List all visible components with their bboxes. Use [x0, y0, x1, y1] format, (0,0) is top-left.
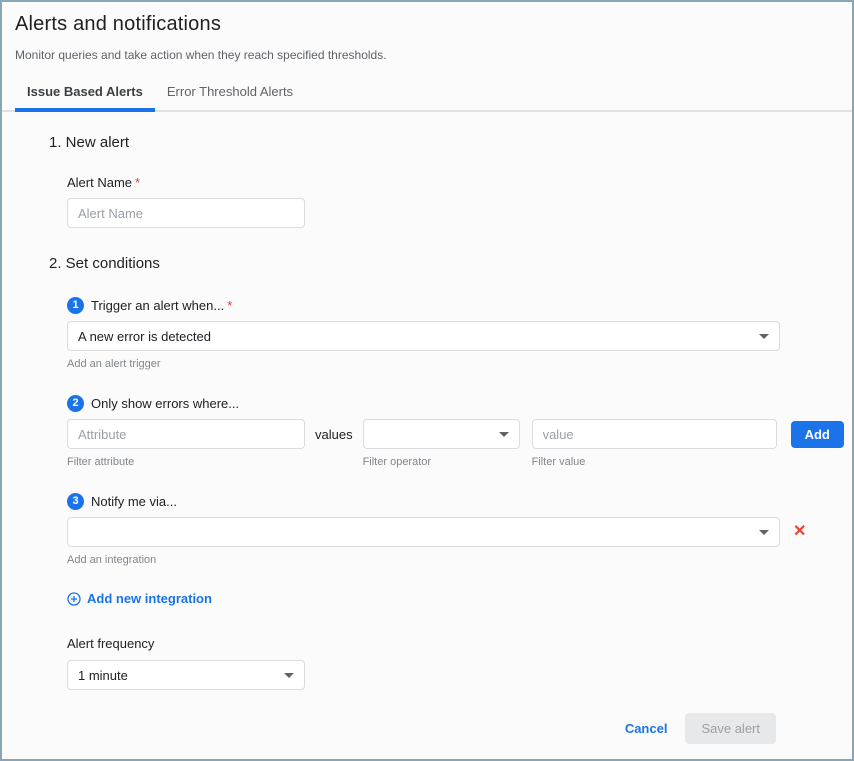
alert-frequency-select[interactable]: 1 minute — [67, 660, 305, 690]
new-alert-heading: 1. New alert — [49, 134, 852, 151]
filter-row: Filter attribute values Filter operator … — [67, 419, 852, 468]
alert-name-label-text: Alert Name — [67, 175, 132, 190]
alert-frequency-field: Alert frequency 1 minute — [67, 636, 852, 690]
add-new-integration-label: Add new integration — [87, 591, 212, 606]
filter-operator-select[interactable] — [363, 419, 520, 449]
notify-step: 3 Notify me via... ✕ Add an integration … — [67, 493, 852, 606]
notify-select[interactable] — [67, 517, 780, 547]
step-1-badge: 1 — [67, 297, 84, 314]
page-header: Alerts and notifications Monitor queries… — [2, 2, 852, 62]
alert-name-input[interactable] — [67, 198, 305, 228]
notify-step-header: 3 Notify me via... — [67, 493, 852, 510]
notify-row: ✕ — [67, 517, 852, 547]
required-asterisk: * — [135, 175, 140, 190]
filter-attribute-helper: Filter attribute — [67, 456, 305, 468]
alert-frequency-label: Alert frequency — [67, 636, 852, 651]
step-3-badge: 3 — [67, 493, 84, 510]
alerts-settings-page: Alerts and notifications Monitor queries… — [0, 0, 854, 761]
tab-content: 1. New alert Alert Name* 2. Set conditio… — [2, 112, 852, 690]
plus-circle-icon — [67, 592, 81, 606]
required-asterisk: * — [227, 298, 232, 313]
filter-operator-column: Filter operator — [363, 419, 520, 468]
chevron-down-icon — [759, 530, 769, 535]
set-conditions-heading: 2. Set conditions — [49, 255, 852, 272]
cancel-button[interactable]: Cancel — [625, 721, 668, 736]
step-2-badge: 2 — [67, 395, 84, 412]
filter-attribute-input[interactable] — [67, 419, 305, 449]
add-filter-button[interactable]: Add — [791, 421, 844, 448]
chevron-down-icon — [499, 432, 509, 437]
chevron-down-icon — [284, 673, 294, 678]
values-label: values — [315, 427, 353, 442]
filter-value-helper: Filter value — [532, 456, 777, 468]
notify-helper: Add an integration — [67, 554, 852, 566]
page-title: Alerts and notifications — [15, 13, 839, 36]
trigger-step: 1 Trigger an alert when...* A new error … — [67, 297, 852, 370]
filter-value-input[interactable] — [532, 419, 777, 449]
filter-step: 2 Only show errors where... Filter attri… — [67, 395, 852, 468]
tab-error-threshold-alerts[interactable]: Error Threshold Alerts — [155, 76, 305, 110]
chevron-down-icon — [759, 334, 769, 339]
trigger-step-header: 1 Trigger an alert when...* — [67, 297, 852, 314]
trigger-step-label: Trigger an alert when...* — [91, 298, 232, 313]
tab-issue-based-alerts[interactable]: Issue Based Alerts — [15, 76, 155, 110]
trigger-helper: Add an alert trigger — [67, 358, 852, 370]
trigger-select-value: A new error is detected — [78, 329, 211, 344]
filter-operator-helper: Filter operator — [363, 456, 520, 468]
alert-name-field: Alert Name* — [67, 175, 852, 228]
notify-step-label: Notify me via... — [91, 494, 177, 509]
trigger-step-label-text: Trigger an alert when... — [91, 298, 224, 313]
filter-attribute-column: Filter attribute — [67, 419, 305, 468]
trigger-select[interactable]: A new error is detected — [67, 321, 780, 351]
filter-step-label: Only show errors where... — [91, 396, 239, 411]
filter-step-header: 2 Only show errors where... — [67, 395, 852, 412]
filter-value-column: Filter value — [532, 419, 777, 468]
remove-integration-icon[interactable]: ✕ — [793, 524, 806, 540]
page-subtitle: Monitor queries and take action when the… — [15, 48, 839, 62]
add-new-integration-link[interactable]: Add new integration — [67, 591, 852, 606]
save-alert-button[interactable]: Save alert — [685, 713, 776, 744]
tab-bar: Issue Based Alerts Error Threshold Alert… — [2, 76, 852, 112]
form-footer: Cancel Save alert — [625, 713, 776, 744]
alert-frequency-value: 1 minute — [78, 668, 128, 683]
alert-name-label: Alert Name* — [67, 175, 852, 190]
